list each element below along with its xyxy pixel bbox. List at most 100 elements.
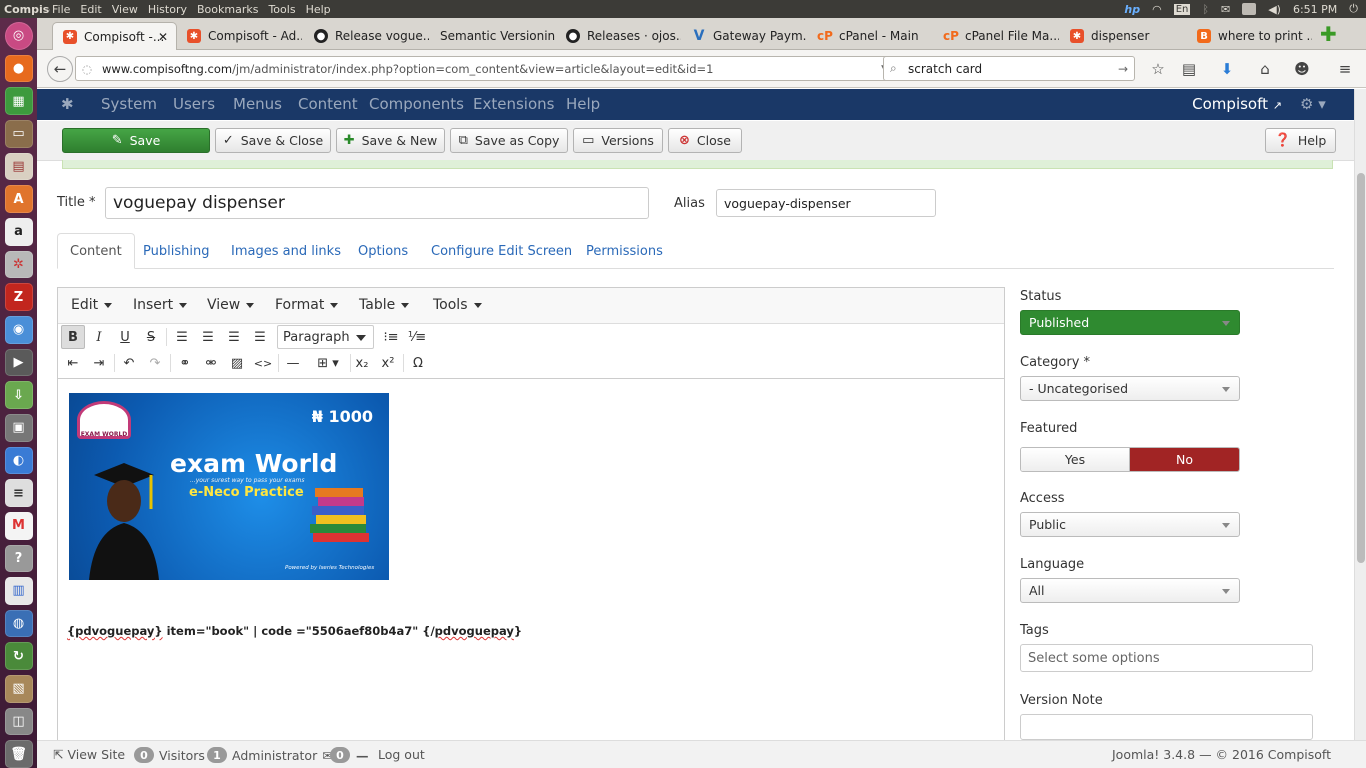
title-input[interactable]: voguepay dispenser: [105, 187, 649, 219]
nav-menus[interactable]: Menus: [233, 95, 282, 113]
table-button[interactable]: ⊞ ▾: [308, 351, 348, 375]
bookmark-star-icon[interactable]: ☆: [1147, 58, 1169, 80]
chat-icon[interactable]: ☻: [1291, 58, 1313, 80]
horizontal-rule-button[interactable]: —: [281, 351, 305, 375]
bullet-list-button[interactable]: ⁝≡: [379, 325, 403, 349]
printer-icon[interactable]: ▣: [4, 413, 33, 442]
browser-icon[interactable]: ◐: [4, 446, 33, 475]
update-icon[interactable]: ↻: [4, 642, 33, 671]
archive-icon[interactable]: ▧: [4, 675, 33, 703]
unlink-button[interactable]: ⚮: [199, 351, 223, 375]
text-editor-icon[interactable]: ≡: [4, 479, 33, 507]
outdent-button[interactable]: ⇤: [61, 351, 85, 375]
browser-tab[interactable]: ● Release vogue...: [304, 22, 429, 50]
align-right-button[interactable]: ☰: [222, 325, 246, 349]
mail-icon[interactable]: ✉: [1221, 3, 1230, 16]
browser-tab[interactable]: ✱ dispenser: [1060, 22, 1185, 50]
browser-tab[interactable]: V Gateway Paym...: [682, 22, 807, 50]
gmail-icon[interactable]: M: [4, 511, 33, 540]
link-button[interactable]: ⚭: [173, 351, 197, 375]
editor-menu-tools[interactable]: Tools: [433, 297, 482, 313]
document-icon[interactable]: ▥: [4, 577, 33, 605]
files-icon[interactable]: ▭: [4, 119, 33, 148]
block-format-select[interactable]: Paragraph: [277, 325, 374, 349]
browser-tab[interactable]: Semantic Versionin...: [430, 22, 555, 50]
versions-button[interactable]: ▭ Versions: [573, 128, 663, 153]
underline-button[interactable]: U: [113, 325, 137, 349]
network-icon[interactable]: ◍: [4, 609, 33, 638]
settings-gear-icon[interactable]: ⚙ ▾: [1300, 95, 1326, 113]
download-icon[interactable]: ⬇: [1216, 58, 1238, 80]
undo-button[interactable]: ↶: [117, 351, 141, 375]
special-character-button[interactable]: Ω: [406, 351, 430, 375]
tab-images-links[interactable]: Images and links: [219, 233, 353, 269]
joomla-logo-icon[interactable]: ✱: [61, 95, 74, 113]
settings-icon[interactable]: ✲: [4, 250, 33, 279]
help-button[interactable]: ❓ Help: [1265, 128, 1336, 153]
category-select[interactable]: - Uncategorised: [1020, 376, 1240, 401]
bold-button[interactable]: B: [61, 325, 85, 349]
new-tab-icon[interactable]: ✚: [1320, 22, 1337, 46]
tab-options[interactable]: Options: [346, 233, 420, 269]
nav-content[interactable]: Content: [298, 95, 358, 113]
subscript-button[interactable]: x₂: [350, 351, 374, 375]
trash-icon[interactable]: 🗑: [4, 740, 33, 768]
software-center-icon[interactable]: A: [4, 185, 33, 213]
image-button[interactable]: ▨: [225, 351, 249, 375]
home-icon[interactable]: ⌂: [1254, 58, 1276, 80]
close-button[interactable]: ⊗ Close: [668, 128, 742, 153]
save-button[interactable]: ✎ Save: [62, 128, 210, 153]
search-go-icon[interactable]: →: [1118, 62, 1128, 76]
ubuntu-icon[interactable]: ◎: [4, 22, 33, 50]
editor-menu-edit[interactable]: Edit: [71, 297, 112, 313]
redo-button[interactable]: ↷: [143, 351, 167, 375]
document-viewer-icon[interactable]: ▤: [4, 152, 33, 181]
reading-list-icon[interactable]: ▤: [1178, 58, 1200, 80]
nav-components[interactable]: Components: [369, 95, 464, 113]
italic-button[interactable]: I: [87, 325, 111, 349]
menu-view[interactable]: View: [112, 3, 138, 16]
save-new-button[interactable]: ✚ Save & New: [336, 128, 445, 153]
nav-extensions[interactable]: Extensions: [473, 95, 554, 113]
exam-world-banner-image[interactable]: EXAM WORLD ₦ 1000 exam World ...your sur…: [69, 393, 389, 580]
menu-history[interactable]: History: [148, 3, 187, 16]
save-copy-button[interactable]: ⧉ Save as Copy: [450, 128, 568, 153]
tab-configure-edit-screen[interactable]: Configure Edit Screen: [419, 233, 584, 269]
browser-tab[interactable]: cP cPanel - Main: [808, 22, 933, 50]
editor-menu-insert[interactable]: Insert: [133, 297, 187, 313]
tags-input[interactable]: Select some options: [1020, 644, 1313, 672]
align-left-button[interactable]: ☰: [170, 325, 194, 349]
superscript-button[interactable]: x²: [376, 351, 400, 375]
access-select[interactable]: Public: [1020, 512, 1240, 537]
align-justify-button[interactable]: ☰: [248, 325, 272, 349]
page-scrollbar[interactable]: [1354, 89, 1366, 740]
browser-tab[interactable]: ● Releases · ojos...: [556, 22, 681, 50]
site-link[interactable]: Compisoft ↗: [1192, 95, 1282, 113]
editor-menu-table[interactable]: Table: [359, 297, 409, 313]
video-icon[interactable]: ▶: [4, 348, 33, 377]
code-button[interactable]: <>: [251, 351, 275, 375]
menu-icon[interactable]: ≡: [1334, 58, 1356, 80]
editor-menu-format[interactable]: Format: [275, 297, 338, 313]
language-select[interactable]: All: [1020, 578, 1240, 603]
menu-help[interactable]: Help: [306, 3, 331, 16]
strikethrough-button[interactable]: S: [139, 325, 163, 349]
featured-no-button[interactable]: No: [1130, 448, 1239, 471]
help-icon[interactable]: ?: [4, 544, 33, 573]
messages-status[interactable]: 0 —: [330, 747, 369, 763]
save-close-button[interactable]: ✓ Save & Close: [215, 128, 331, 153]
tab-content[interactable]: Content: [57, 233, 135, 269]
alias-input[interactable]: voguepay-dispenser: [716, 189, 936, 217]
version-note-input[interactable]: [1020, 714, 1313, 740]
scrollbar-thumb[interactable]: [1357, 173, 1365, 563]
battery-icon[interactable]: [1242, 3, 1257, 15]
close-tab-icon[interactable]: ✕: [158, 30, 168, 44]
bluetooth-icon[interactable]: ᛒ: [1202, 3, 1209, 16]
browser-tab[interactable]: B where to print ...: [1187, 22, 1312, 50]
power-icon[interactable]: ⏻: [1349, 2, 1358, 16]
wifi-icon[interactable]: ◠: [1152, 3, 1162, 16]
search-input[interactable]: ⌕ scratch card →: [883, 56, 1135, 81]
menu-edit[interactable]: Edit: [80, 3, 101, 16]
menu-bookmarks[interactable]: Bookmarks: [197, 3, 258, 16]
tab-publishing[interactable]: Publishing: [131, 233, 221, 269]
